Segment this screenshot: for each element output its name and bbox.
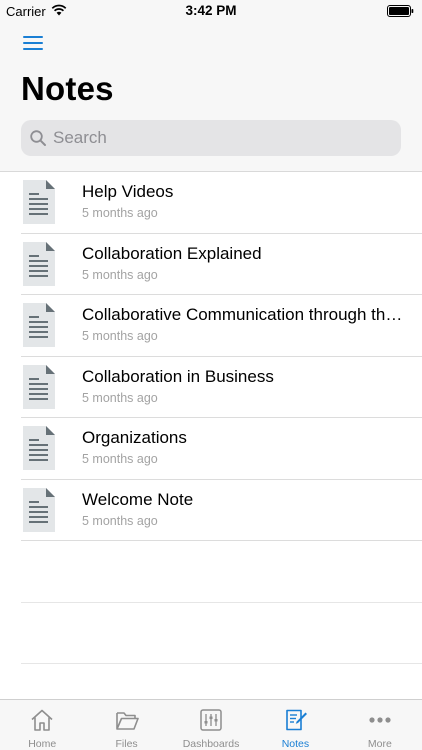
search-bar[interactable]: [21, 120, 401, 156]
notes-list: Help Videos 5 months ago Collaboration Exp…: [0, 172, 422, 664]
note-title: Help Videos: [82, 182, 174, 201]
document-icon: [23, 364, 55, 409]
tab-label: Files: [115, 738, 138, 750]
tab-more[interactable]: More: [338, 700, 422, 750]
tab-bar: Home Files Dashboards Notes More: [0, 699, 422, 750]
empty-list-row: [0, 603, 422, 665]
note-row[interactable]: Welcome Note 5 months ago: [0, 480, 422, 542]
header: Carrier 3:42 PM Notes: [0, 0, 422, 172]
battery-icon: [387, 5, 414, 17]
note-title: Collaboration Explained: [82, 243, 262, 263]
status-bar: Carrier 3:42 PM: [0, 0, 422, 22]
search-input[interactable]: [53, 128, 373, 148]
note-title: Organizations: [82, 428, 187, 447]
document-icon: [23, 426, 55, 470]
note-timestamp: 5 months ago: [82, 390, 158, 405]
note-title: Collaboration in Business: [82, 366, 274, 386]
tab-label: Dashboards: [182, 738, 240, 750]
tab-home[interactable]: Home: [0, 700, 84, 750]
dashboard-icon: [200, 709, 222, 731]
hamburger-menu-icon-line: [23, 36, 43, 38]
note-timestamp: 5 months ago: [82, 329, 158, 343]
note-timestamp: 5 months ago: [82, 206, 158, 220]
hamburger-menu-icon-line: [23, 48, 43, 50]
page-title: Notes: [21, 70, 114, 107]
document-icon: [23, 487, 55, 532]
note-title: Collaborative Communication through the …: [82, 305, 404, 324]
menu-button[interactable]: [18, 30, 48, 56]
document-icon: [23, 303, 55, 347]
clock: 3:42 PM: [185, 3, 237, 18]
tab-notes[interactable]: Notes: [253, 700, 337, 750]
empty-list-row: [0, 541, 422, 603]
note-timestamp: 5 months ago: [82, 267, 158, 282]
more-icon: [369, 717, 391, 723]
home-icon: [31, 709, 53, 731]
tab-label: More: [367, 738, 392, 750]
note-row[interactable]: Collaboration in Business 5 months ago: [0, 357, 422, 419]
note-row[interactable]: Collaboration Explained 5 months ago: [0, 234, 422, 296]
tab-dashboards[interactable]: Dashboards: [169, 700, 253, 750]
note-row[interactable]: Organizations 5 months ago: [0, 418, 422, 480]
document-icon: [23, 241, 55, 286]
folder-icon: [115, 712, 139, 730]
tab-files[interactable]: Files: [84, 700, 168, 750]
note-row[interactable]: Collaborative Communication through the …: [0, 295, 422, 357]
note-timestamp: 5 months ago: [82, 513, 158, 528]
tab-label: Home: [28, 738, 57, 750]
notes-screen: Carrier 3:42 PM Notes Search Help Videos…: [0, 0, 422, 750]
document-icon: [23, 180, 55, 224]
note-icon: [286, 709, 308, 731]
note-timestamp: 5 months ago: [82, 452, 158, 466]
note-title: Welcome Note: [82, 489, 194, 509]
note-row[interactable]: Help Videos 5 months ago: [0, 172, 422, 234]
tab-label: Notes: [281, 738, 310, 750]
search-icon: [30, 130, 46, 146]
hamburger-menu-icon-line: [23, 42, 43, 44]
